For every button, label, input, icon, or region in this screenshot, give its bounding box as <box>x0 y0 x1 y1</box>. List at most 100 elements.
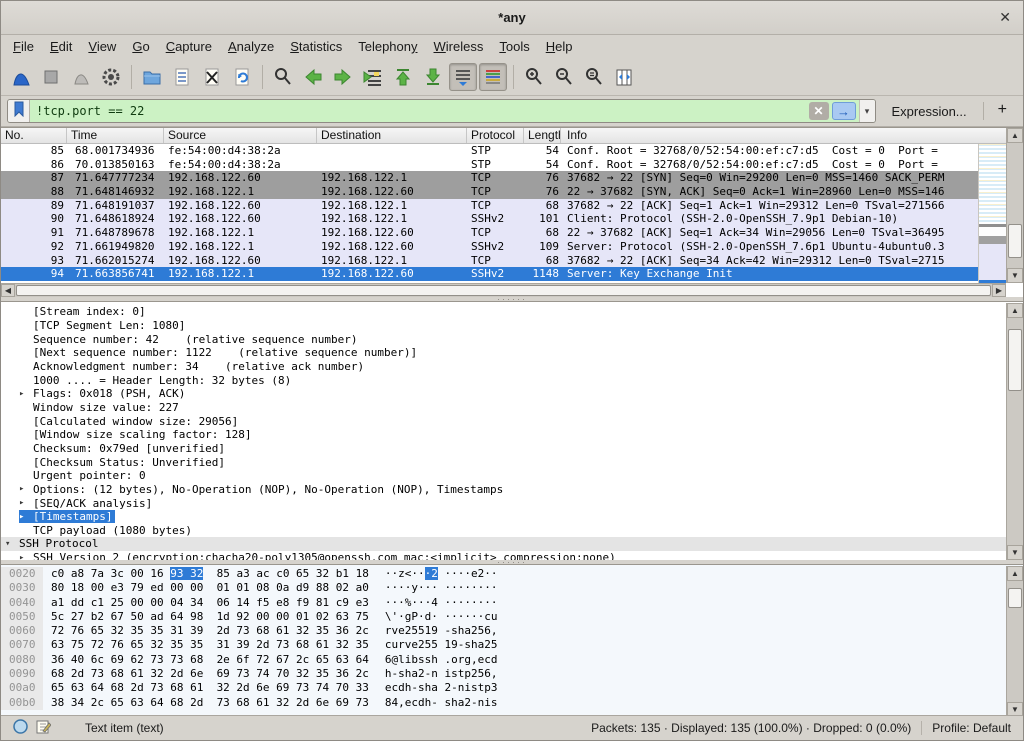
detail-line[interactable]: ▸[Timestamps] <box>1 510 1023 524</box>
scroll-up-icon[interactable]: ▲ <box>1007 303 1023 318</box>
menu-item[interactable]: Help <box>538 37 581 56</box>
detail-line[interactable]: ▸Flags: 0x018 (PSH, ACK) <box>1 387 1023 401</box>
packet-list-vscrollbar[interactable]: ▲ ▼ <box>1006 128 1023 283</box>
packet-row[interactable]: 92 71.661949820 192.168.122.1 192.168.12… <box>1 240 978 254</box>
hex-row[interactable]: 0090 68 2d 73 68 61 32 2d 6e 69 73 74 70… <box>1 667 1023 681</box>
column-header-no[interactable]: No. <box>1 128 67 143</box>
packet-row[interactable]: 86 70.013850163 fe:54:00:d4:38:2a STP 54… <box>1 158 978 172</box>
stop-capture-button[interactable] <box>37 63 65 91</box>
menu-item[interactable]: Go <box>124 37 157 56</box>
hex-row[interactable]: 00a0 65 63 64 68 2d 73 68 61 32 2d 6e 69… <box>1 681 1023 695</box>
scrollbar-thumb[interactable] <box>1008 224 1022 258</box>
go-back-button[interactable] <box>299 63 327 91</box>
scroll-left-icon[interactable]: ◀ <box>1 284 15 297</box>
bytes-vscrollbar[interactable]: ▲ ▼ <box>1006 566 1023 717</box>
column-header-protocol[interactable]: Protocol <box>467 128 524 143</box>
capture-comment-icon[interactable] <box>36 719 51 737</box>
resize-columns-button[interactable] <box>610 63 638 91</box>
column-header-time[interactable]: Time <box>67 128 164 143</box>
hex-row[interactable]: 0060 72 76 65 32 35 35 31 39 2d 73 68 61… <box>1 624 1023 638</box>
menu-item[interactable]: Capture <box>158 37 220 56</box>
open-file-button[interactable] <box>138 63 166 91</box>
go-forward-button[interactable] <box>329 63 357 91</box>
go-to-packet-button[interactable] <box>359 63 387 91</box>
find-packet-button[interactable] <box>269 63 297 91</box>
column-header-length[interactable]: Length <box>524 128 561 143</box>
scrollbar-thumb[interactable] <box>1008 329 1022 391</box>
expand-arrow-icon[interactable]: ▸ <box>19 389 33 399</box>
menu-item[interactable]: Edit <box>42 37 80 56</box>
display-filter-field[interactable]: ✕ → ▾ <box>7 99 876 123</box>
expert-info-icon[interactable] <box>13 719 28 737</box>
details-vscrollbar[interactable]: ▲ ▼ <box>1006 303 1023 560</box>
close-file-button[interactable] <box>198 63 226 91</box>
menu-item[interactable]: View <box>80 37 124 56</box>
expand-arrow-icon[interactable]: ▸ <box>19 484 33 494</box>
hex-row[interactable]: 0070 63 75 72 76 65 32 35 35 31 39 2d 73… <box>1 638 1023 652</box>
filter-bookmark-button[interactable] <box>8 100 30 122</box>
scrollbar-thumb[interactable] <box>1008 588 1022 608</box>
detail-line[interactable]: Checksum: 0x79ed [unverified] <box>1 442 1023 456</box>
scroll-right-icon[interactable]: ▶ <box>992 284 1006 297</box>
detail-line[interactable]: [Calculated window size: 29056] <box>1 414 1023 428</box>
status-profile[interactable]: Profile: Default <box>932 721 1023 735</box>
hex-row[interactable]: 00b0 38 34 2c 65 63 64 68 2d 73 68 61 32… <box>1 696 1023 710</box>
detail-line[interactable]: [Next sequence number: 1122 (relative se… <box>1 346 1023 360</box>
expand-arrow-icon[interactable]: ▸ <box>19 498 33 508</box>
expression-button[interactable]: Expression... <box>884 101 975 122</box>
packet-row[interactable]: 89 71.648191037 192.168.122.60 192.168.1… <box>1 199 978 213</box>
menu-item[interactable]: Statistics <box>282 37 350 56</box>
detail-line[interactable]: ▾SSH Protocol <box>1 537 1023 551</box>
packet-row[interactable]: 87 71.647777234 192.168.122.60 192.168.1… <box>1 171 978 185</box>
detail-line[interactable]: [Checksum Status: Unverified] <box>1 455 1023 469</box>
column-header-source[interactable]: Source <box>164 128 317 143</box>
expand-arrow-icon[interactable]: ▾ <box>5 539 19 549</box>
close-window-icon[interactable]: ✕ <box>999 9 1011 25</box>
packet-row[interactable]: 85 68.001734936 fe:54:00:d4:38:2a STP 54… <box>1 144 978 158</box>
detail-line[interactable]: 1000 .... = Header Length: 32 bytes (8) <box>1 373 1023 387</box>
intelligent-scrollbar-minimap[interactable] <box>978 144 1006 284</box>
restart-capture-button[interactable] <box>67 63 95 91</box>
title-bar[interactable]: *any ✕ <box>1 1 1023 35</box>
packet-row[interactable]: 94 71.663856741 192.168.122.1 192.168.12… <box>1 267 978 281</box>
detail-line[interactable]: ▸Options: (12 bytes), No-Operation (NOP)… <box>1 483 1023 497</box>
zoom-out-button[interactable] <box>550 63 578 91</box>
detail-line[interactable]: [Window size scaling factor: 128] <box>1 428 1023 442</box>
scroll-down-icon[interactable]: ▼ <box>1007 268 1023 283</box>
menu-item[interactable]: File <box>5 37 42 56</box>
hex-row[interactable]: 0040 a1 dd c1 25 00 00 04 34 06 14 f5 e8… <box>1 596 1023 610</box>
detail-line[interactable]: Window size value: 227 <box>1 401 1023 415</box>
packet-row[interactable]: 93 71.662015274 192.168.122.60 192.168.1… <box>1 254 978 268</box>
zoom-in-button[interactable] <box>520 63 548 91</box>
reload-file-button[interactable] <box>228 63 256 91</box>
colorize-toggle[interactable] <box>479 63 507 91</box>
display-filter-input[interactable] <box>30 100 809 122</box>
column-header-destination[interactable]: Destination <box>317 128 467 143</box>
save-file-button[interactable] <box>168 63 196 91</box>
go-last-packet-button[interactable] <box>419 63 447 91</box>
detail-line[interactable]: Urgent pointer: 0 <box>1 469 1023 483</box>
start-capture-button[interactable] <box>7 63 35 91</box>
detail-line[interactable]: Sequence number: 42 (relative sequence n… <box>1 332 1023 346</box>
menu-item[interactable]: Tools <box>491 37 537 56</box>
hex-row[interactable]: 0030 80 18 00 e3 79 ed 00 00 01 01 08 0a… <box>1 581 1023 595</box>
zoom-normal-button[interactable] <box>580 63 608 91</box>
packet-row[interactable]: 91 71.648789678 192.168.122.1 192.168.12… <box>1 226 978 240</box>
detail-line[interactable]: Acknowledgment number: 34 (relative ack … <box>1 360 1023 374</box>
packet-row[interactable]: 88 71.648146932 192.168.122.1 192.168.12… <box>1 185 978 199</box>
menu-item[interactable]: Telephony <box>350 37 425 56</box>
packet-row[interactable]: 90 71.648618924 192.168.122.60 192.168.1… <box>1 212 978 226</box>
menu-item[interactable]: Analyze <box>220 37 282 56</box>
expand-arrow-icon[interactable]: ▸ <box>19 512 33 522</box>
go-first-packet-button[interactable] <box>389 63 417 91</box>
menu-item[interactable]: Wireless <box>426 37 492 56</box>
scroll-up-icon[interactable]: ▲ <box>1007 566 1023 581</box>
detail-line[interactable]: ▸[SEQ/ACK analysis] <box>1 496 1023 510</box>
expand-arrow-icon[interactable]: ▸ <box>19 553 33 560</box>
scroll-up-icon[interactable]: ▲ <box>1007 128 1023 143</box>
column-header-info[interactable]: Info <box>561 128 1006 143</box>
add-filter-button[interactable]: + <box>992 101 1017 121</box>
filter-clear-button[interactable]: ✕ <box>809 102 829 120</box>
capture-options-button[interactable] <box>97 63 125 91</box>
filter-apply-button[interactable]: → <box>832 102 856 120</box>
